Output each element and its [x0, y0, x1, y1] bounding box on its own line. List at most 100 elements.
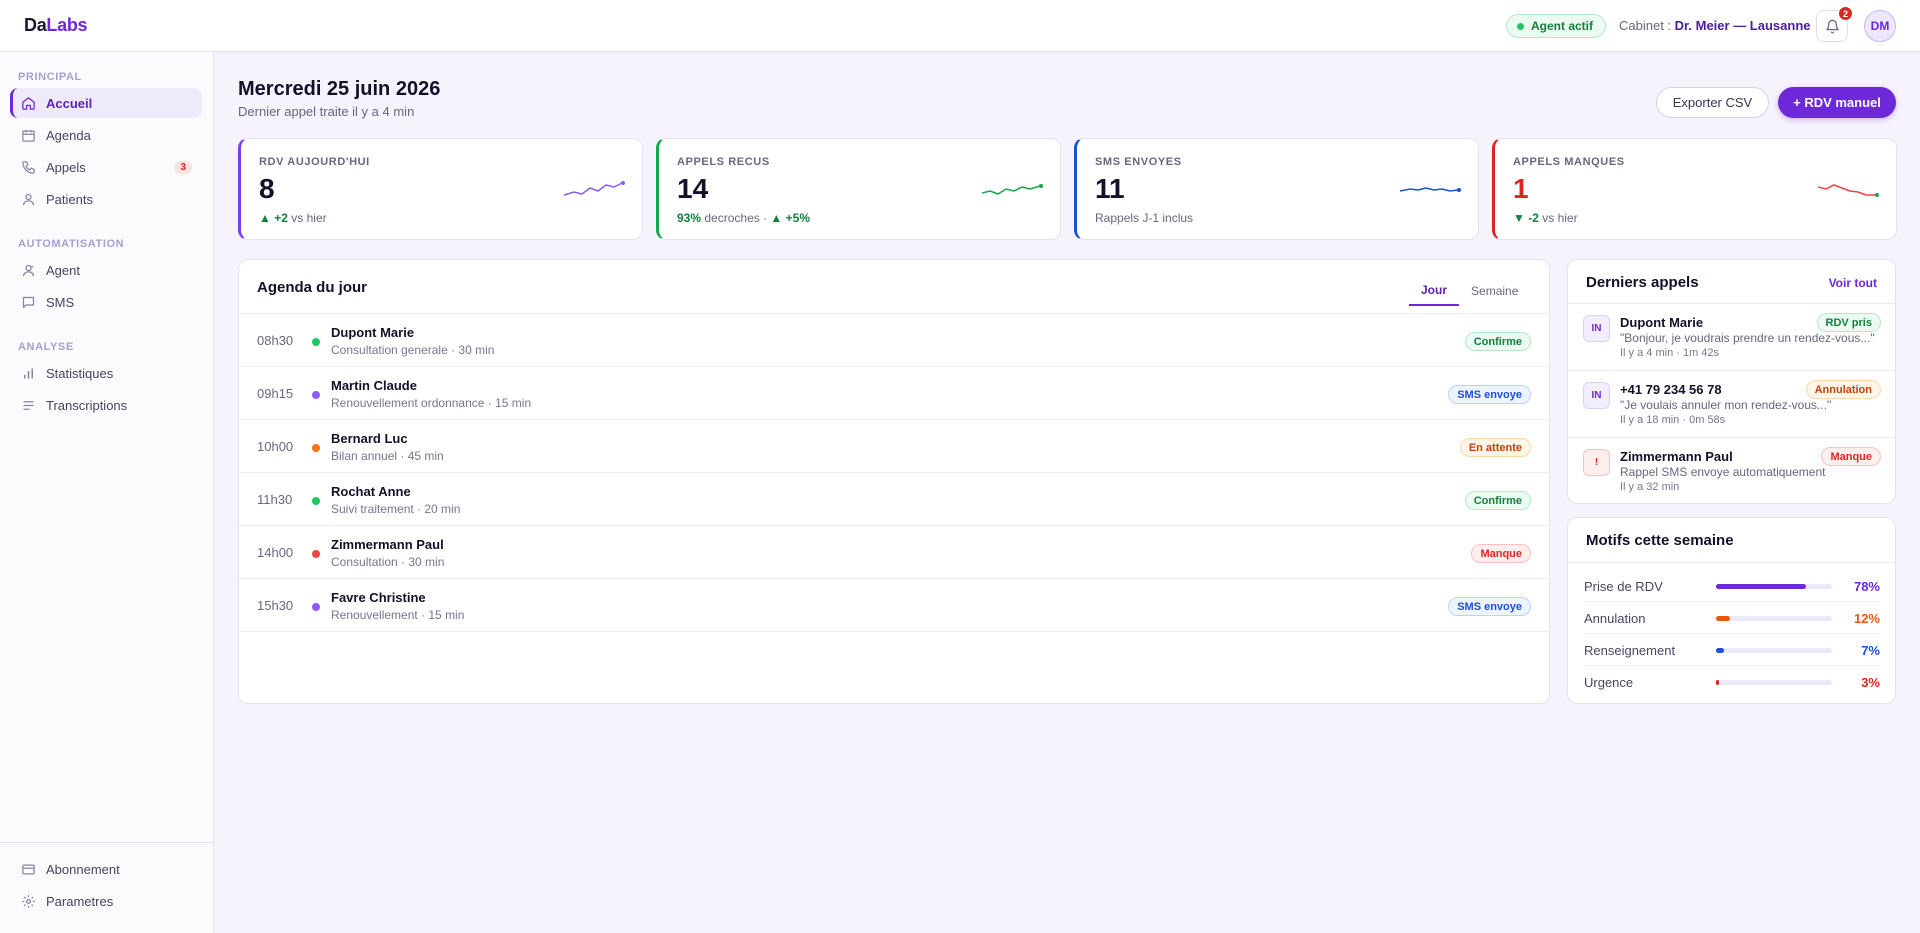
status-badge: RDV pris [1816, 313, 1881, 332]
caller-name: Zimmermann Paul [1620, 449, 1733, 464]
agenda-row[interactable]: 15h30 Favre Christine Renouvellement · 15 … [239, 579, 1549, 632]
sidebar-item-statistiques[interactable]: Statistiques [10, 358, 202, 388]
sidebar-item-agent[interactable]: Agent [10, 255, 202, 285]
agenda-row[interactable]: 09h15 Martin Claude Renouvellement ordonna… [239, 367, 1549, 420]
kpi-value: 11 [1095, 173, 1125, 204]
see-all-link[interactable]: Voir tout [1829, 276, 1877, 290]
settings-icon [20, 893, 36, 909]
sidebar-item-agenda[interactable]: Agenda [10, 120, 202, 150]
call-item[interactable]: ! Zimmermann Paul Rappel SMS envoye automa… [1568, 437, 1895, 504]
export-csv-button[interactable]: Exporter CSV [1656, 87, 1769, 118]
agenda-row[interactable]: 11h30 Rochat Anne Suivi traitement · 20 mi… [239, 473, 1549, 526]
status-badge: En attente [1459, 438, 1531, 457]
appointment-time: 14h00 [257, 545, 294, 560]
arrow-up-icon: ▲ [770, 211, 783, 225]
kpi-card-appels[interactable]: APPELS RECUS 14 93% decroches · ▲ +5% [656, 138, 1061, 240]
patient-name: Zimmermann Paul [331, 537, 444, 552]
chart-icon [20, 365, 36, 381]
agenda-row[interactable]: 08h30 Dupont Marie Consultation generale ·… [239, 314, 1549, 367]
appointment-time: 15h30 [257, 598, 294, 613]
tab-semaine[interactable]: Semaine [1459, 276, 1530, 306]
message-icon [20, 294, 36, 310]
appointment-meta: Suivi traitement · 20 min [331, 502, 461, 516]
appointment-meta: Renouvellement · 15 min [331, 608, 465, 622]
sidebar-item-parametres[interactable]: Parametres [10, 886, 202, 916]
tab-jour[interactable]: Jour [1409, 276, 1460, 306]
page-subtitle: Dernier appel traite il y a 4 min [238, 104, 415, 119]
agent-status-badge[interactable]: Agent actif [1506, 14, 1607, 38]
sidebar-item-abonnement[interactable]: Abonnement [10, 854, 202, 884]
sidebar-item-label: Parametres [46, 893, 114, 909]
call-item[interactable]: IN Dupont Marie "Bonjour, je voudrais pren… [1568, 303, 1895, 370]
kpi-label: APPELS MANQUES [1513, 156, 1625, 168]
sparkline [982, 184, 1043, 195]
card-icon [20, 861, 36, 877]
agenda-row[interactable]: 10h00 Bernard Luc Bilan annuel · 45 min En … [239, 420, 1549, 473]
motifs-panel: Motifs cette semaine Prise de RDV 78% Annu… [1567, 517, 1896, 704]
patient-name: Favre Christine [331, 590, 426, 605]
motif-label: Prise de RDV [1584, 579, 1663, 594]
kpi-card-sms[interactable]: SMS ENVOYES 11 Rappels J-1 inclus [1074, 138, 1479, 240]
add-rdv-button[interactable]: + RDV manuel [1778, 87, 1896, 118]
notifications-button[interactable]: 2 [1816, 7, 1852, 42]
sidebar-item-patients[interactable]: Patients [10, 184, 202, 214]
motif-progress-fill [1716, 616, 1730, 621]
sidebar-item-sms[interactable]: SMS [10, 287, 202, 317]
sidebar-item-accueil[interactable]: Accueil [10, 88, 202, 118]
kpi-delta: +2 [274, 211, 288, 225]
motif-row: Urgence 3% [1584, 666, 1880, 698]
home-icon [20, 95, 36, 111]
kpi-delta: +5% [785, 211, 811, 225]
sidebar: Principal Accueil Agenda Appels 3 Patien… [0, 52, 214, 933]
kpi-footer: ▲ +2 vs hier [259, 211, 327, 225]
motif-percent: 7% [1861, 643, 1880, 658]
kpi-label: APPELS RECUS [677, 156, 770, 168]
patient-name: Dupont Marie [331, 325, 415, 340]
sparkline [1818, 184, 1879, 197]
motif-progress-fill [1716, 584, 1807, 589]
appointment-time: 11h30 [257, 492, 293, 507]
cabinet-info: Cabinet : Dr. Meier — Lausanne [1619, 18, 1811, 33]
status-dot-icon [312, 497, 320, 505]
motif-row: Prise de RDV 78% [1584, 570, 1880, 602]
caller-name: +41 79 234 56 78 [1620, 382, 1722, 397]
motif-progress-bar [1716, 680, 1832, 685]
motif-row: Renseignement 7% [1584, 634, 1880, 666]
appointment-meta: Renouvellement ordonnance · 15 min [331, 396, 532, 410]
agent-status-label: Agent actif [1531, 19, 1594, 33]
sidebar-item-label: Abonnement [46, 861, 120, 877]
appointment-time: 08h30 [257, 333, 294, 348]
user-icon [20, 191, 36, 207]
agenda-row[interactable]: 14h00 Zimmermann Paul Consultation · 30 mi… [239, 526, 1549, 579]
top-bar: DaLabs Agent actif Cabinet : Dr. Meier —… [0, 0, 1920, 52]
sidebar-item-label: Transcriptions [46, 397, 128, 413]
sidebar-item-label: Agent [46, 262, 80, 278]
motifs-divider [1568, 562, 1895, 563]
kpi-card-manques[interactable]: APPELS MANQUES 1 ▼ -2 vs hier [1492, 138, 1897, 240]
agent-icon [20, 262, 36, 278]
motif-progress-fill [1716, 680, 1720, 685]
motif-label: Urgence [1584, 675, 1634, 690]
kpi-rate-text: decroches · [704, 211, 768, 225]
motif-progress-bar [1716, 584, 1832, 589]
incoming-call-badge: IN [1583, 382, 1610, 409]
motif-percent: 78% [1853, 579, 1880, 594]
kpi-footer: ▼ -2 vs hier [1513, 211, 1578, 225]
status-dot-icon [1517, 22, 1524, 30]
kpi-card-rdv[interactable]: RDV AUJOURD'HUI 8 ▲ +2 vs hier [238, 138, 643, 240]
sidebar-item-appels[interactable]: Appels 3 [10, 152, 202, 182]
incoming-call-badge: IN [1583, 315, 1610, 342]
arrow-up-icon: ▲ [259, 211, 271, 225]
call-summary: "Je voulais annuler mon rendez-vous..." [1620, 398, 1832, 412]
status-badge: SMS envoye [1448, 385, 1531, 404]
status-dot-icon [312, 338, 320, 346]
alert-icon: ! [1583, 449, 1610, 476]
logo[interactable]: DaLabs [24, 15, 88, 36]
user-avatar[interactable]: DM [1864, 10, 1896, 42]
status-badge: Confirme [1464, 332, 1531, 351]
status-badge: SMS envoye [1448, 597, 1531, 616]
kpi-rate: 93% [677, 211, 702, 225]
call-item[interactable]: IN +41 79 234 56 78 "Je voulais annuler mo… [1568, 370, 1895, 437]
sidebar-item-transcriptions[interactable]: Transcriptions [10, 390, 202, 420]
kpi-footer: Rappels J-1 inclus [1095, 211, 1194, 225]
